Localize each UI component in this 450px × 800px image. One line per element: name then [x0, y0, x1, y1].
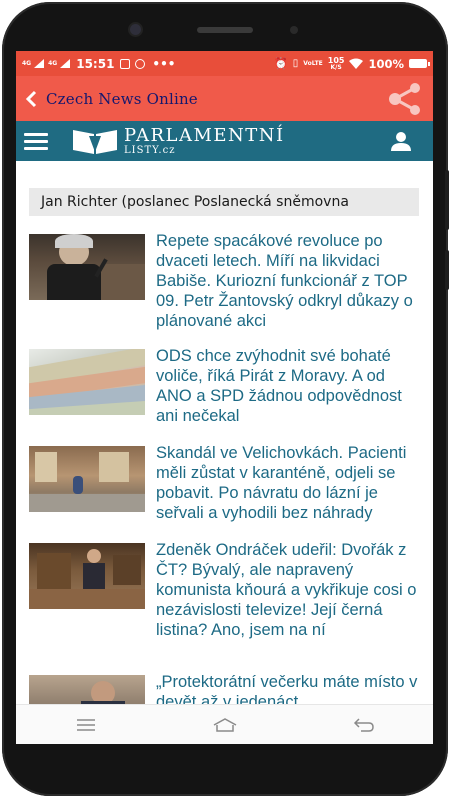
site-logo[interactable]: PARLAMENTNÍ LISTY.cz	[70, 126, 285, 156]
app-bar: Czech News Online	[16, 76, 433, 121]
home-icon	[213, 717, 236, 732]
logo-book-icon	[73, 130, 117, 154]
article-headline: Skandál ve Velichovkách. Pacienti měli z…	[156, 444, 407, 522]
home-button[interactable]	[195, 705, 255, 745]
hamburger-icon-line	[24, 139, 48, 143]
status-right: ⏰ ▯ VoLTE 105 K/S 100%	[274, 55, 430, 71]
article-thumbnail	[29, 543, 145, 609]
user-icon	[391, 132, 411, 151]
menu-lines-icon	[76, 718, 95, 731]
network-label: 4G	[22, 60, 32, 67]
volte-icon: VoLTE	[303, 60, 323, 67]
message-icon	[135, 58, 146, 69]
author-filter-label: Jan Richter (poslanec Poslanecká sněmovn…	[29, 188, 419, 216]
article-headline: ODS chce zvýhodnit své bohaté voliče, ří…	[156, 347, 402, 425]
article-headline: Zdeněk Ondráček udeřil: Dvořák z ČT? Býv…	[156, 541, 417, 639]
network-indicator-1: 4G	[22, 60, 31, 67]
volume-button	[445, 170, 449, 230]
menu-button[interactable]	[16, 121, 56, 161]
speed-unit: K/S	[330, 63, 342, 71]
battery-icon	[409, 59, 430, 68]
article-thumbnail	[29, 675, 145, 704]
logo-main-text: PARLAMENTNÍ	[124, 124, 285, 146]
front-camera	[130, 24, 141, 35]
article-item[interactable]: Skandál ve Velichovkách. Pacienti měli z…	[29, 444, 419, 523]
proximity-sensor	[290, 26, 298, 34]
article-thumbnail	[29, 446, 145, 512]
signal-icon	[60, 59, 71, 68]
signal-icon	[34, 59, 45, 68]
more-notifications-icon: •••	[152, 56, 176, 71]
site-header: PARLAMENTNÍ LISTY.cz	[16, 121, 433, 161]
speed-value: 105	[327, 55, 345, 65]
article-headline: „Protektorátní večerku máte místo v devě…	[156, 673, 418, 704]
article-headline: Repete spacákové revoluce po dvaceti let…	[156, 232, 413, 330]
status-time: 15:51	[76, 56, 115, 71]
app-title: Czech News Online	[46, 89, 198, 108]
share-icon	[389, 82, 420, 115]
article-item[interactable]: Repete spacákové revoluce po dvaceti let…	[29, 232, 419, 331]
back-nav-button[interactable]	[334, 705, 394, 745]
user-account-button[interactable]	[379, 121, 423, 161]
logo-sub-text: LISTY.cz	[124, 144, 176, 156]
back-button[interactable]	[16, 76, 46, 121]
vibrate-icon: ▯	[292, 58, 299, 69]
screen: 4G 4G 15:51 ••• ⏰ ▯ VoLTE 105 K/S 100% C…	[16, 51, 433, 744]
battery-percent: 100%	[368, 56, 404, 71]
hamburger-icon-line	[24, 132, 48, 136]
hamburger-icon-line	[24, 146, 48, 150]
alarm-icon: ⏰	[274, 57, 288, 70]
article-thumbnail	[29, 349, 145, 415]
power-button	[445, 250, 449, 290]
chevron-left-icon	[25, 90, 37, 107]
network-speed: 105 K/S	[327, 55, 345, 71]
wifi-icon	[349, 58, 364, 69]
system-nav-bar	[16, 704, 433, 744]
article-item[interactable]: „Protektorátní večerku máte místo v devě…	[29, 673, 419, 704]
article-list: Jan Richter (poslanec Poslanecká sněmovn…	[16, 161, 433, 704]
network-indicator-2: 4G	[48, 60, 57, 67]
article-item[interactable]: ODS chce zvýhodnit své bohaté voliče, ří…	[29, 347, 419, 426]
recents-button[interactable]	[56, 705, 116, 745]
phone-frame: 4G 4G 15:51 ••• ⏰ ▯ VoLTE 105 K/S 100% C…	[0, 0, 450, 800]
article-thumbnail	[29, 234, 145, 300]
notification-icon	[120, 58, 131, 69]
article-item[interactable]: Zdeněk Ondráček udeřil: Dvořák z ČT? Býv…	[29, 541, 419, 640]
share-button[interactable]	[383, 76, 427, 121]
earpiece-speaker	[197, 27, 253, 33]
network-label: 4G	[48, 60, 58, 67]
back-arrow-icon	[353, 717, 374, 732]
status-bar: 4G 4G 15:51 ••• ⏰ ▯ VoLTE 105 K/S 100%	[16, 51, 433, 76]
